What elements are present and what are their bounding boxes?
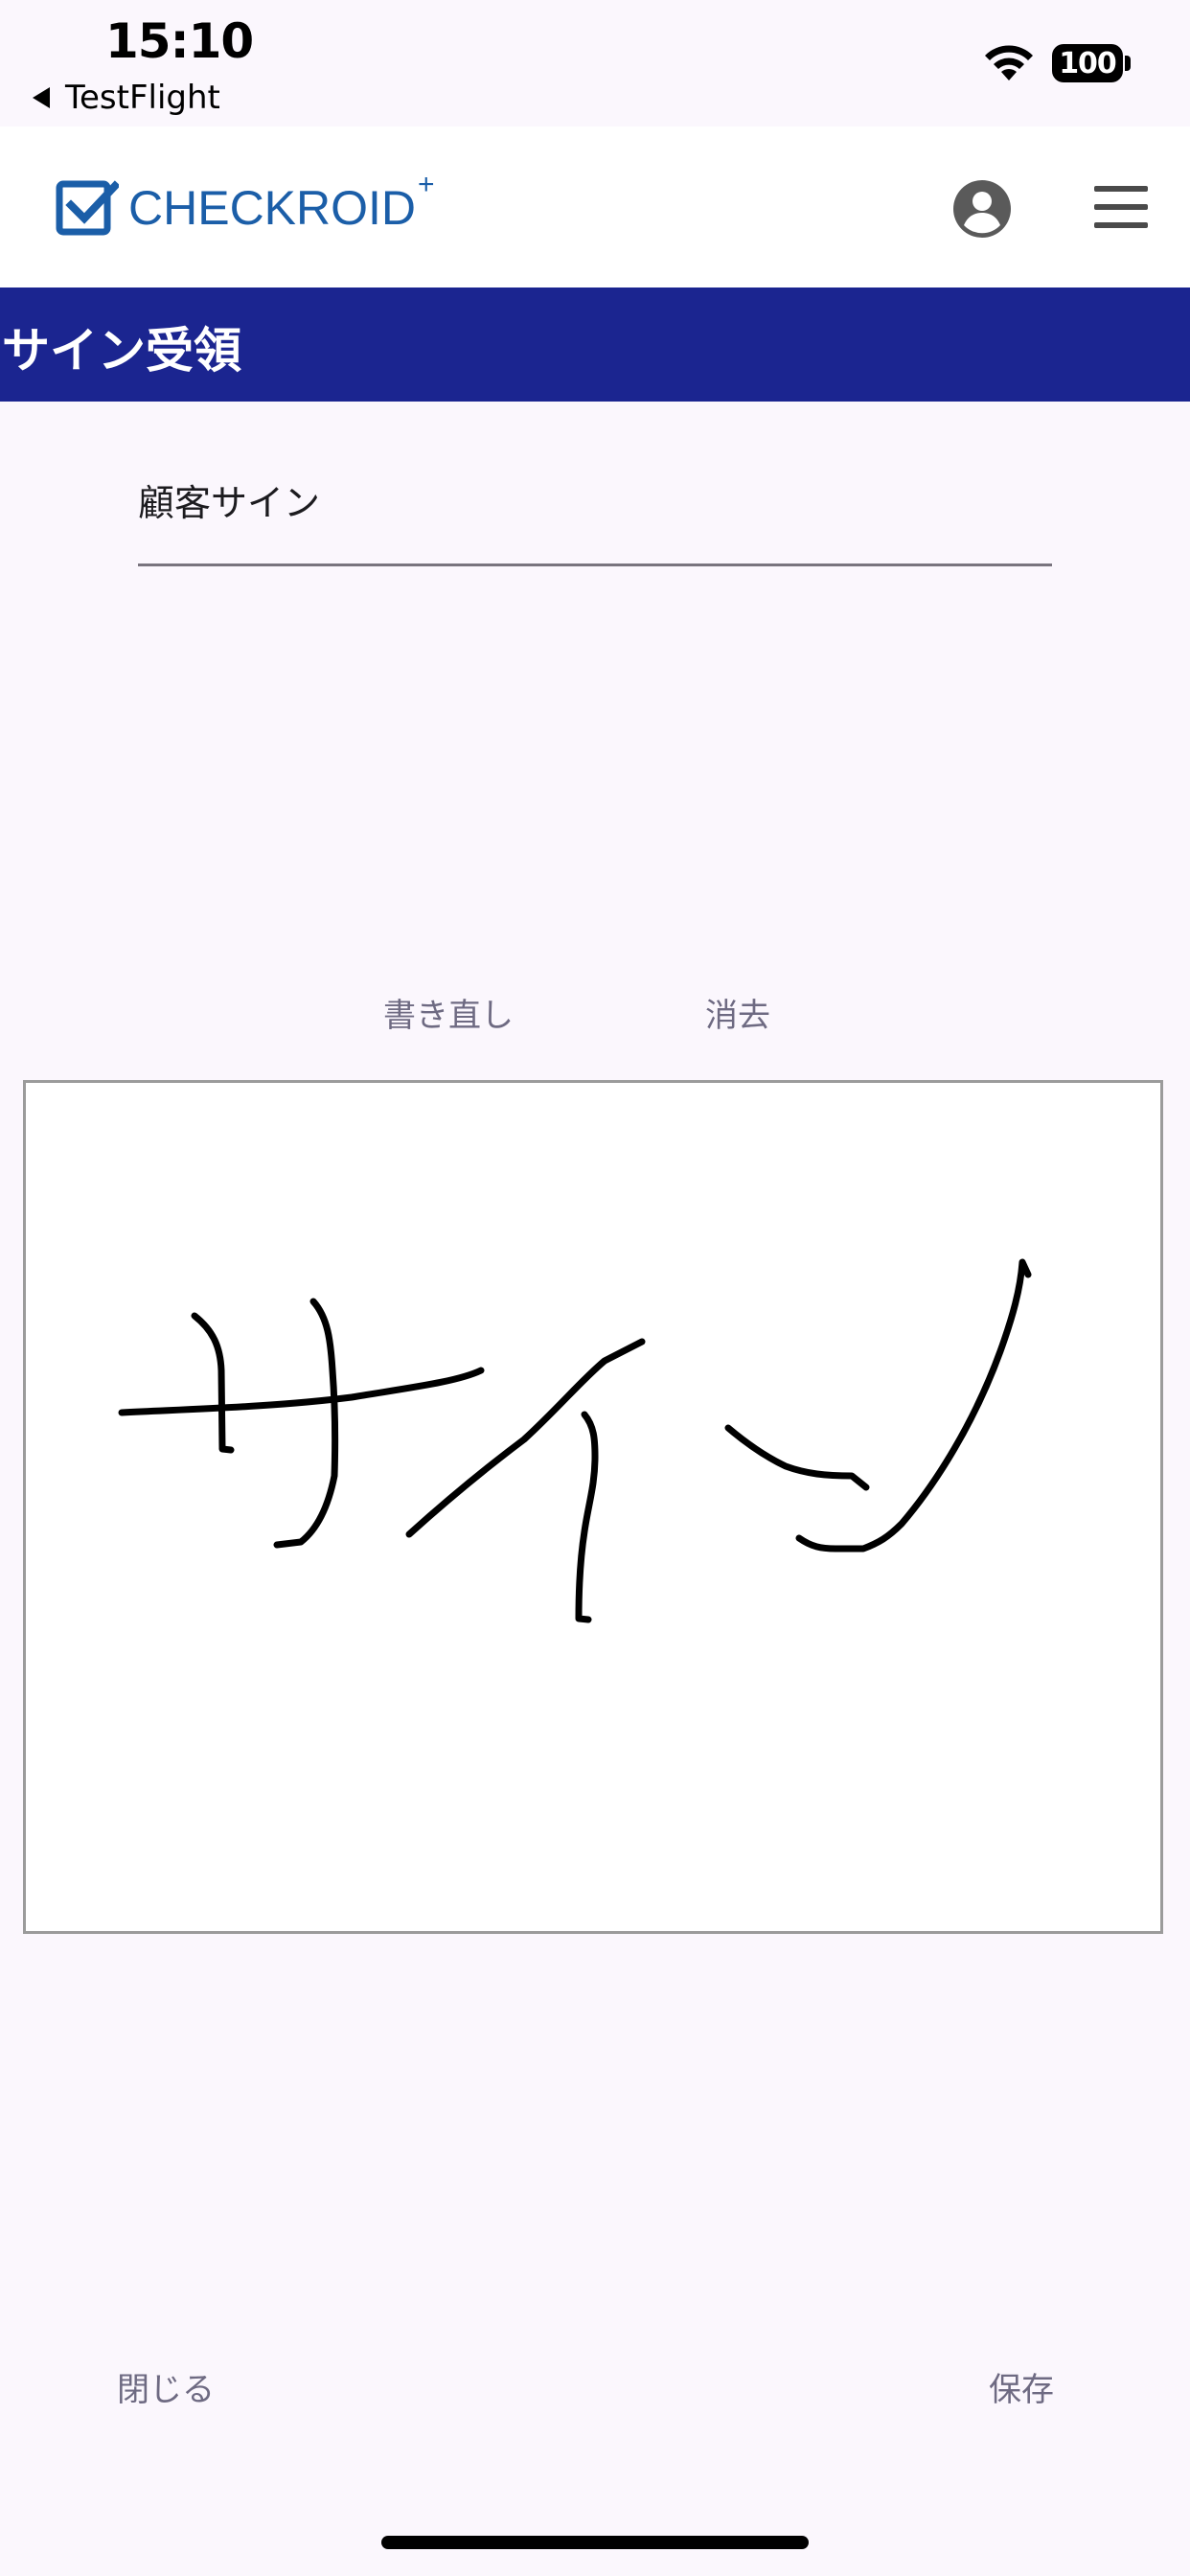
signature-stroke — [575, 1411, 599, 1623]
checkbox-logo-icon — [56, 180, 119, 236]
status-time: 15:10 — [105, 13, 254, 69]
hamburger-menu-icon[interactable] — [1094, 186, 1148, 228]
redo-button[interactable]: 書き直し — [383, 989, 514, 1036]
back-to-testflight[interactable]: TestFlight — [33, 79, 220, 117]
clear-button[interactable]: 消去 — [705, 989, 770, 1036]
battery-indicator: 100 — [1052, 44, 1123, 82]
signature-stroke — [724, 1424, 870, 1491]
app-header: CHECKROID+ — [0, 126, 1190, 288]
back-arrow-icon — [33, 87, 50, 108]
signature-pad[interactable] — [23, 1080, 1163, 1934]
customer-sign-label: 顧客サイン — [138, 482, 321, 524]
customer-sign-field[interactable]: 顧客サイン — [138, 460, 1052, 566]
signature-stroke — [405, 1338, 646, 1538]
checkroid-logo: CHECKROID+ — [56, 169, 435, 240]
account-circle-icon[interactable] — [952, 179, 1012, 239]
signature-drawing — [118, 1258, 1032, 1623]
page-title: サイン受領 — [2, 323, 241, 379]
logo-text: CHECKROID+ — [128, 169, 435, 235]
home-indicator[interactable] — [381, 2536, 809, 2549]
signature-stroke — [795, 1258, 1032, 1552]
signature-stroke — [273, 1298, 339, 1549]
back-label: TestFlight — [65, 79, 220, 117]
page-title-bar: サイン受領 — [0, 288, 1190, 402]
signature-stroke — [191, 1312, 235, 1454]
battery-tip — [1125, 56, 1131, 71]
save-button[interactable]: 保存 — [989, 2363, 1054, 2410]
close-button[interactable]: 閉じる — [117, 2363, 215, 2410]
status-bar: 15:10 TestFlight 100 — [0, 0, 1190, 125]
signature-stroke — [118, 1367, 485, 1416]
wifi-icon — [985, 45, 1033, 80]
